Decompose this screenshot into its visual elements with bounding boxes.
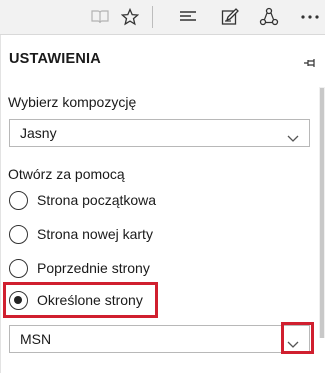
- chevron-down-icon: [287, 130, 299, 142]
- reading-view-icon[interactable]: [87, 5, 113, 29]
- open-with-label: Otwórz za pomocą: [8, 166, 125, 182]
- highlight-box: [281, 322, 314, 354]
- highlight-box: [3, 282, 158, 318]
- share-icon[interactable]: [256, 5, 282, 29]
- pin-icon[interactable]: [303, 55, 317, 67]
- radio-button[interactable]: [9, 258, 28, 278]
- radio-start-page[interactable]: Strona początkowa: [9, 188, 156, 212]
- pages-select-value: MSN: [20, 331, 52, 347]
- theme-label: Wybierz kompozycję: [8, 94, 137, 110]
- browser-toolbar: [0, 0, 325, 35]
- more-icon[interactable]: [297, 5, 323, 29]
- hub-icon[interactable]: [175, 5, 201, 29]
- radio-previous-pages[interactable]: Poprzednie strony: [9, 256, 150, 280]
- radio-label: Poprzednie strony: [37, 260, 150, 276]
- theme-select[interactable]: Jasny: [9, 119, 310, 147]
- radio-label: Strona nowej karty: [37, 226, 153, 242]
- web-note-icon[interactable]: [217, 5, 243, 29]
- radio-label: Strona początkowa: [37, 192, 157, 208]
- toolbar-separator: [152, 6, 153, 28]
- pages-select[interactable]: MSN: [9, 325, 310, 353]
- scrollbar-thumb[interactable]: [320, 88, 324, 338]
- radio-new-tab-page[interactable]: Strona nowej karty: [9, 222, 153, 246]
- radio-button[interactable]: [9, 190, 28, 210]
- radio-button[interactable]: [9, 224, 28, 244]
- panel-title: USTAWIENIA: [9, 51, 101, 67]
- theme-select-value: Jasny: [20, 125, 57, 141]
- favorite-star-icon[interactable]: [117, 5, 143, 29]
